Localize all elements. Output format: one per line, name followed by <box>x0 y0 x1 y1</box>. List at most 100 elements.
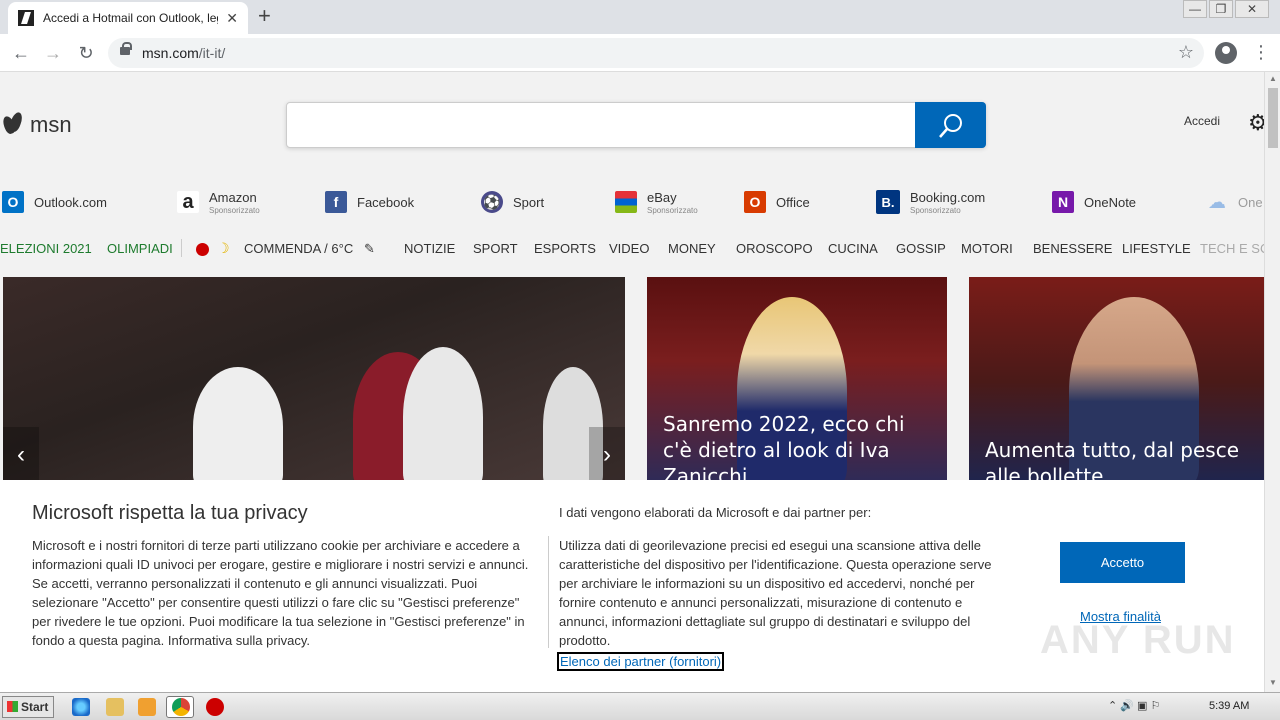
ebay-bag-icon <box>615 191 637 213</box>
nav-money[interactable]: MONEY <box>668 241 716 256</box>
bookmark-star-icon[interactable]: ☆ <box>1178 42 1194 63</box>
privacy-purposes-title: I dati vengono elaborati da Microsoft e … <box>559 505 872 520</box>
privacy-title: Microsoft rispetta la tua privacy <box>32 502 308 524</box>
reload-button[interactable]: ↻ <box>75 42 97 64</box>
explorer-folder-icon[interactable] <box>106 698 124 716</box>
quicklink-onedrive[interactable]: ☁ One <box>1206 184 1263 220</box>
quicklinks-bar: O Outlook.com a Amazon Sponsorizzato f Fa… <box>0 184 1264 220</box>
weather-location[interactable]: COMMENDA / 6°C <box>244 241 353 256</box>
nav-benessere[interactable]: BENESSERE <box>1033 241 1112 256</box>
msn-logo[interactable]: msn <box>2 112 72 138</box>
security-alert-icon[interactable] <box>206 698 224 716</box>
lock-icon <box>120 42 132 55</box>
privacy-purposes-body: Utilizza dati di georilevazione precisi … <box>559 538 992 648</box>
browser-tab[interactable]: Accedi a Hotmail con Outlook, leggi le ✕ <box>8 2 248 34</box>
weather-alert-icon[interactable] <box>196 243 209 256</box>
accept-button[interactable]: Accetto <box>1060 542 1185 583</box>
news-card[interactable]: Sanremo 2022, ecco chi c'è dietro al loo… <box>647 277 947 487</box>
minimize-window-button[interactable]: — <box>1183 0 1207 18</box>
news-card[interactable]: Aumenta tutto, dal pesce alle bollette <box>969 277 1264 487</box>
nav-video[interactable]: VIDEO <box>609 241 649 256</box>
outlook-icon: O <box>2 191 24 213</box>
nav-gossip[interactable]: GOSSIP <box>896 241 946 256</box>
page-scrollbar[interactable]: ▲ ▼ <box>1264 72 1280 692</box>
url-text: msn.com/it-it/ <box>142 45 226 61</box>
system-tray-icons[interactable]: ⌃ 🔊 ▣ ⚐ <box>1108 699 1160 712</box>
quicklink-label: Sport <box>513 194 545 210</box>
maximize-window-button[interactable]: ❐ <box>1209 0 1233 18</box>
privacy-divider <box>548 536 549 648</box>
nav-notizie[interactable]: NOTIZIE <box>404 241 455 256</box>
start-button[interactable]: Start <box>2 696 54 718</box>
slideshow-next-button[interactable]: › <box>589 427 625 483</box>
nav-tech[interactable]: TECH E SCI <box>1200 241 1264 256</box>
moon-icon: ☽ <box>217 240 230 256</box>
quicklink-ebay[interactable]: eBay Sponsorizzato <box>615 184 698 220</box>
quicklink-label: Facebook <box>357 194 415 210</box>
nav-cucina[interactable]: CUCINA <box>828 241 878 256</box>
quicklink-label: Amazon <box>209 189 257 205</box>
quicklink-sport[interactable]: ⚽ Sport <box>481 184 544 220</box>
nav-motori[interactable]: MOTORI <box>961 241 1013 256</box>
office-icon: O <box>744 191 766 213</box>
scroll-up-arrow-icon[interactable]: ▲ <box>1269 74 1277 83</box>
sponsored-label: Sponsorizzato <box>910 205 961 215</box>
partners-list-link[interactable]: Elenco dei partner (fornitori) <box>557 652 725 671</box>
browser-titlebar: Accedi a Hotmail con Outlook, leggi le ✕… <box>0 0 1280 34</box>
nav-olimpiadi[interactable]: OLIMPIADI <box>107 241 173 256</box>
quicklink-label: Booking.com <box>910 189 986 205</box>
tab-title: Accedi a Hotmail con Outlook, leggi le <box>43 11 218 25</box>
search-button[interactable] <box>915 102 986 148</box>
new-tab-button[interactable]: + <box>258 5 271 27</box>
sport-ball-icon: ⚽ <box>481 191 503 213</box>
signin-link[interactable]: Accedi <box>1184 114 1220 128</box>
profile-icon[interactable] <box>1215 42 1237 64</box>
msn-favicon-icon <box>18 10 34 26</box>
address-bar[interactable]: msn.com/it-it/ ☆ <box>108 38 1204 68</box>
back-button[interactable]: ← <box>10 42 32 64</box>
quicklink-booking[interactable]: B. Booking.com Sponsorizzato <box>876 184 985 220</box>
quicklink-office[interactable]: O Office <box>744 184 810 220</box>
settings-gear-icon[interactable]: ⚙ <box>1248 110 1264 136</box>
quicklink-label: OneNote <box>1084 194 1137 210</box>
internet-explorer-icon[interactable] <box>72 698 90 716</box>
booking-icon: B. <box>876 190 900 214</box>
edit-location-icon[interactable]: ✎ <box>364 241 375 257</box>
nav-elezioni[interactable]: ELEZIONI 2021 <box>0 241 92 256</box>
sponsored-label: Sponsorizzato <box>647 205 698 215</box>
quicklink-outlook[interactable]: O Outlook.com <box>2 184 107 220</box>
sponsored-label: Sponsorizzato <box>209 205 260 215</box>
media-player-icon[interactable] <box>138 698 156 716</box>
privacy-body: Microsoft e i nostri fornitori di terze … <box>32 538 529 648</box>
nav-lifestyle[interactable]: LIFESTYLE <box>1122 241 1191 256</box>
msn-butterfly-icon <box>2 112 24 138</box>
category-nav: ELEZIONI 2021 OLIMPIADI ☽ COMMENDA / 6°C… <box>0 237 1264 261</box>
quicklink-facebook[interactable]: f Facebook <box>325 184 414 220</box>
nav-esports[interactable]: ESPORTS <box>534 241 596 256</box>
news-card-caption: Sanremo 2022, ecco chi c'è dietro al loo… <box>663 412 905 487</box>
player-figure <box>193 367 283 487</box>
quicklink-onenote[interactable]: N OneNote <box>1052 184 1136 220</box>
browser-menu-icon[interactable]: ⋮ <box>1252 42 1270 63</box>
hero-slideshow[interactable]: ‹ › <box>3 277 625 487</box>
quicklink-label: eBay <box>647 189 677 205</box>
quicklink-label: Office <box>776 194 810 210</box>
amazon-icon: a <box>177 191 199 213</box>
browser-toolbar: ← → ↻ msn.com/it-it/ ☆ ⋮ <box>0 34 1280 72</box>
close-tab-icon[interactable]: ✕ <box>226 10 238 27</box>
quicklink-label: Outlook.com <box>34 194 107 210</box>
facebook-icon: f <box>325 191 347 213</box>
nav-divider <box>181 239 182 257</box>
chrome-icon <box>172 698 190 716</box>
slideshow-prev-button[interactable]: ‹ <box>3 427 39 483</box>
search-input[interactable] <box>286 102 986 148</box>
forward-button[interactable]: → <box>42 42 64 64</box>
close-window-button[interactable]: ✕ <box>1235 0 1269 18</box>
scroll-down-arrow-icon[interactable]: ▼ <box>1269 678 1277 687</box>
taskbar-clock[interactable]: 5:39 AM <box>1209 700 1249 712</box>
onenote-icon: N <box>1052 191 1074 213</box>
quicklink-amazon[interactable]: a Amazon Sponsorizzato <box>177 184 260 220</box>
nav-sport[interactable]: SPORT <box>473 241 518 256</box>
scroll-thumb[interactable] <box>1268 88 1278 148</box>
nav-oroscopo[interactable]: OROSCOPO <box>736 241 813 256</box>
